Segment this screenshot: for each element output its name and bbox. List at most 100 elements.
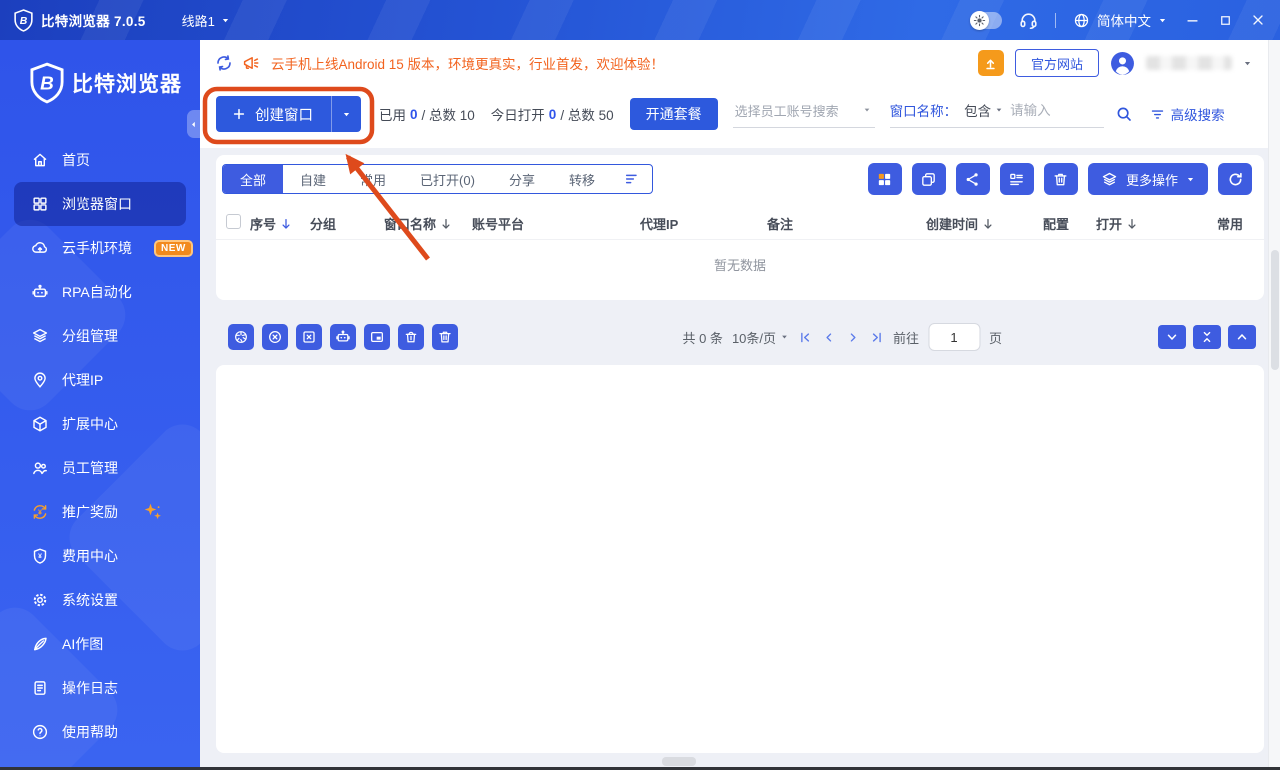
theme-toggle[interactable] xyxy=(970,10,1002,30)
sidebar-item-billing[interactable]: 费用中心 xyxy=(0,534,200,578)
next-page-button[interactable] xyxy=(845,330,860,345)
sidebar-item-browser-windows[interactable]: 浏览器窗口 xyxy=(14,182,186,226)
sidebar-item-logs[interactable]: 操作日志 xyxy=(0,666,200,710)
maximize-button[interactable] xyxy=(1218,13,1233,28)
col-header-window-name[interactable]: 窗口名称 xyxy=(384,214,453,233)
usage-stats: 已用 0/ 总数 10 今日打开 0/ 总数 50 xyxy=(379,104,614,124)
chevron-down-icon xyxy=(1158,16,1167,25)
page-size-select[interactable]: 10条/页 xyxy=(732,328,788,347)
rpa-robot-button[interactable] xyxy=(330,324,356,350)
page-input[interactable] xyxy=(928,323,981,351)
language-selector[interactable]: 简体中文 xyxy=(1073,10,1167,30)
tab-sort-button[interactable] xyxy=(612,165,652,193)
table-header: 序号 分组 窗口名称 账号平台 代理IP 备注 创建时间 配置 打开 常用 xyxy=(216,206,1264,240)
sidebar-item-rpa[interactable]: RPA自动化 xyxy=(0,270,200,314)
horizontal-scrollbar[interactable] xyxy=(662,757,696,766)
page-size-value: 10条/页 xyxy=(731,330,777,346)
avatar-icon[interactable] xyxy=(1110,51,1135,76)
help-circle-icon xyxy=(31,723,49,741)
sidebar-item-ai-draw[interactable]: AI作图 xyxy=(0,622,200,666)
employee-search-select[interactable]: 选择员工账号搜索 xyxy=(732,101,875,128)
col-header-created[interactable]: 创建时间 xyxy=(926,214,995,233)
close-button[interactable] xyxy=(1250,12,1266,28)
sidebar-item-referral[interactable]: 推广奖励 xyxy=(0,490,200,534)
line-selector[interactable]: 线路1 xyxy=(182,11,230,30)
batch-open-button[interactable] xyxy=(911,163,946,195)
col-header-seq[interactable]: 序号 xyxy=(250,214,293,233)
sidebar-item-settings[interactable]: 系统设置 xyxy=(0,578,200,622)
collapse-panel-button[interactable] xyxy=(1193,325,1221,349)
refresh-notice-icon[interactable] xyxy=(215,54,233,72)
expand-up-button[interactable] xyxy=(1228,325,1256,349)
home-icon xyxy=(31,151,49,169)
sort-lines-icon xyxy=(624,171,640,187)
recycle-bin-button[interactable] xyxy=(1043,163,1078,195)
sidebar-item-label: 系统设置 xyxy=(62,592,118,608)
more-actions-button[interactable]: 更多操作 xyxy=(1087,163,1208,195)
create-window-dropdown[interactable] xyxy=(331,96,361,132)
tab-share[interactable]: 分享 xyxy=(492,165,552,193)
bottom-toolbar: 共 0 条 10条/页 前往 页 xyxy=(216,320,1264,354)
minimize-button[interactable] xyxy=(1184,12,1201,29)
sidebar-item-groups[interactable]: 分组管理 xyxy=(0,314,200,358)
sparkles-icon xyxy=(143,502,163,522)
match-mode-select[interactable]: 包含 xyxy=(964,100,1003,120)
refresh-list-button[interactable] xyxy=(1218,163,1252,195)
open-plan-button[interactable]: 开通套餐 xyxy=(629,98,718,130)
sidebar-item-help[interactable]: 使用帮助 xyxy=(0,710,200,754)
official-site-button[interactable]: 官方网站 xyxy=(1014,49,1099,77)
col-header-proxy-ip: 代理IP xyxy=(640,217,679,232)
sidebar-item-extensions[interactable]: 扩展中心 xyxy=(0,402,200,446)
window-layout-button[interactable] xyxy=(364,324,390,350)
view-grid-button[interactable] xyxy=(867,163,902,195)
sidebar-item-cloud-phone[interactable]: 云手机环境 NEW xyxy=(0,226,200,270)
create-window-main[interactable]: 创建窗口 xyxy=(216,96,331,132)
expand-down-button[interactable] xyxy=(1158,325,1186,349)
col-header-open[interactable]: 打开 xyxy=(1096,214,1139,233)
sidebar-item-staff[interactable]: 员工管理 xyxy=(0,446,200,490)
tab-transfer[interactable]: 转移 xyxy=(552,165,612,193)
recycle-button[interactable] xyxy=(398,324,424,350)
username-masked[interactable] xyxy=(1146,56,1232,70)
shield-yuan-icon xyxy=(31,547,49,565)
select-all-checkbox[interactable] xyxy=(226,214,241,229)
sidebar-item-proxy-ip[interactable]: 代理IP xyxy=(0,358,200,402)
sidebar-collapse-handle[interactable] xyxy=(187,110,200,138)
tab-frequent[interactable]: 常用 xyxy=(343,165,403,193)
window-name-input[interactable] xyxy=(1010,102,1104,118)
last-page-button[interactable] xyxy=(869,330,884,345)
today-open-label: 今日打开 xyxy=(490,108,545,123)
detail-list-button[interactable] xyxy=(999,163,1034,195)
search-icon[interactable] xyxy=(1115,105,1133,123)
support-headset-icon[interactable] xyxy=(1019,11,1038,30)
sidebar-item-label: 推广奖励 xyxy=(62,504,118,520)
used-label: 已用 xyxy=(379,108,406,123)
vertical-scrollbar-track[interactable] xyxy=(1268,40,1280,770)
plus-icon xyxy=(232,107,246,121)
aperture-icon xyxy=(233,329,249,345)
chevron-down-icon xyxy=(342,110,351,119)
pagination: 共 0 条 10条/页 前往 页 xyxy=(682,323,1002,351)
create-window-button[interactable]: 创建窗口 xyxy=(216,96,361,132)
ai-pen-icon xyxy=(31,635,49,653)
empty-state-text: 暂无数据 xyxy=(713,258,766,273)
close-all-button[interactable] xyxy=(262,324,288,350)
chevron-down-icon[interactable] xyxy=(1243,59,1252,68)
upgrade-button[interactable] xyxy=(977,50,1004,76)
tab-opened[interactable]: 已打开(0) xyxy=(403,165,492,193)
close-window-button[interactable] xyxy=(296,324,322,350)
last-page-icon xyxy=(869,330,884,345)
cloud-icon xyxy=(31,239,49,257)
delete-button[interactable] xyxy=(432,324,458,350)
vertical-scrollbar-thumb[interactable] xyxy=(1271,250,1279,370)
advanced-search-button[interactable]: 高级搜索 xyxy=(1150,104,1225,124)
tab-self-built[interactable]: 自建 xyxy=(283,165,343,193)
sidebar-item-label: RPA自动化 xyxy=(62,284,132,300)
tab-all[interactable]: 全部 xyxy=(223,165,284,193)
prev-page-button[interactable] xyxy=(821,330,836,345)
sidebar-item-home[interactable]: 首页 xyxy=(0,138,200,182)
reward-yuan-icon xyxy=(31,503,49,521)
aperture-button[interactable] xyxy=(228,324,254,350)
first-page-button[interactable] xyxy=(797,330,812,345)
share-button[interactable] xyxy=(955,163,990,195)
